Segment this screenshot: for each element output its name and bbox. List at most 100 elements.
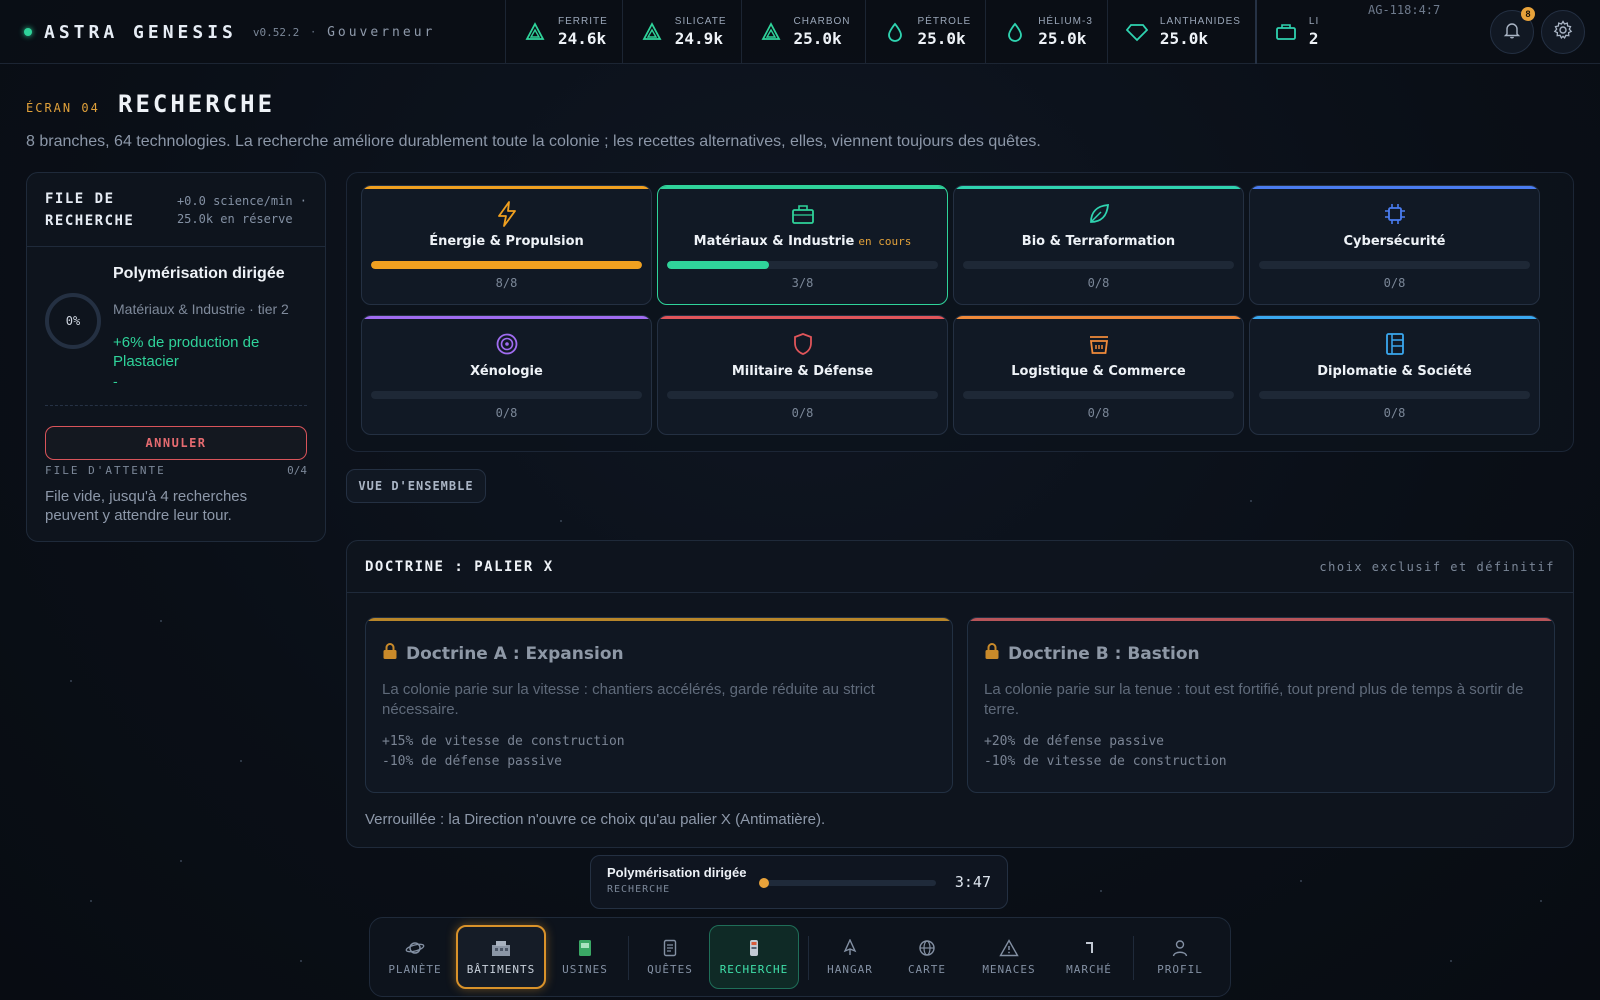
gear-icon (1553, 20, 1573, 44)
queue-header: FILE DE RECHERCHE +0.0 science/min · 25.… (27, 173, 325, 247)
user-icon (1172, 939, 1188, 957)
nav-recherche[interactable]: RECHERCHE (709, 925, 799, 989)
branch-count: 8/8 (495, 276, 518, 290)
doctrine-card-a[interactable]: Doctrine A : Expansion La colonie parie … (365, 617, 953, 793)
card-accent (968, 618, 1554, 621)
branch-energie[interactable]: Énergie & Propulsion 8/8 (361, 185, 652, 305)
doctrine-lock-note: Verrouillée : la Direction n'ouvre ce ch… (365, 811, 826, 828)
branch-materiaux[interactable]: Matériaux & Industrie en cours 3/8 (657, 185, 948, 305)
doctrine-note: choix exclusif et définitif (1319, 559, 1555, 574)
resource-charbon[interactable]: CHARBON 25.0k (740, 0, 865, 64)
nav-label: PLANÈTE (388, 962, 442, 976)
nav-divider (628, 936, 629, 980)
branch-accent (658, 316, 947, 319)
doctrine-header: DOCTRINE : PALIER X choix exclusif et dé… (347, 541, 1573, 593)
resource-name: FERRITE (558, 16, 608, 27)
nav-label: USINES (562, 962, 608, 976)
nav-usines[interactable]: USINES (550, 925, 620, 989)
branch-logistique[interactable]: Logistique & Commerce 0/8 (953, 315, 1244, 435)
branch-accent (362, 186, 651, 189)
branch-militaire[interactable]: Militaire & Défense 0/8 (657, 315, 948, 435)
resource-lanthanides[interactable]: LANTHANIDES 25.0k (1106, 0, 1255, 64)
research-branches-grid: Énergie & Propulsion 8/8 Matériaux & Ind… (346, 172, 1574, 452)
app-version: v0.52.2 (252, 25, 300, 39)
card-effect: -10% de vitesse de construction (984, 754, 1227, 769)
nav-carte[interactable]: CARTE (892, 925, 962, 989)
branch-name: Bio & Terraformation (1021, 234, 1176, 249)
resource-value: 25.0k (917, 29, 966, 48)
branch-name: Logistique & Commerce (1011, 364, 1186, 379)
nav-quetes[interactable]: QUÊTES (635, 925, 705, 989)
resource-value: 24.6k (558, 29, 607, 48)
nav-planete[interactable]: PLANÈTE (380, 925, 450, 989)
queue-title-line1: FILE DE (45, 190, 115, 207)
resource-value: 25.0k (1038, 29, 1087, 48)
buildings-icon (490, 939, 512, 957)
nav-hangar[interactable]: HANGAR (815, 925, 885, 989)
card-accent (366, 618, 952, 621)
nav-profil[interactable]: PROFIL (1140, 925, 1220, 989)
branch-cyber[interactable]: Cybersécurité 0/8 (1249, 185, 1540, 305)
market-icon (1083, 939, 1095, 957)
branch-xenologie[interactable]: Xénologie 0/8 (361, 315, 652, 435)
doctrine-card-b[interactable]: Doctrine B : Bastion La colonie parie su… (967, 617, 1555, 793)
lock-icon (382, 642, 398, 665)
branch-accent (1250, 186, 1539, 189)
current-bar-time: 3:47 (954, 873, 991, 891)
scroll-icon (663, 939, 677, 957)
resource-value: 2 (1308, 29, 1319, 48)
card-effects: +20% de défense passive -10% de vitesse … (984, 732, 1227, 772)
resource-value: 25.0k (1159, 29, 1209, 48)
resource-silicate[interactable]: SILICATE 24.9k (621, 0, 741, 64)
ship-icon (842, 938, 858, 957)
branch-diplomatie[interactable]: Diplomatie & Société 0/8 (1249, 315, 1540, 435)
nav-menaces[interactable]: MENACES (971, 925, 1047, 989)
divider (45, 405, 307, 406)
queue-title: FILE DE RECHERCHE (45, 188, 134, 232)
lock-icon (984, 642, 1000, 665)
branch-progress-fill (667, 261, 769, 269)
coordinates: AG-118:4:7 (1368, 3, 1441, 17)
card-effect: -10% de défense passive (382, 754, 563, 769)
leaf-icon (954, 200, 1243, 228)
branch-bio[interactable]: Bio & Terraformation 0/8 (953, 185, 1244, 305)
page-subtitle: 8 branches, 64 technologies. La recherch… (26, 133, 1041, 150)
current-bar-track (759, 878, 936, 888)
top-bar: ASTRA GENESIS v0.52.2 · Gouverneur FERRI… (0, 0, 1600, 64)
branch-accent (954, 186, 1243, 189)
brand-separator: · (311, 25, 316, 39)
current-research-name: Polymérisation dirigée (113, 265, 285, 282)
nav-label: QUÊTES (647, 962, 693, 976)
gem-icon (1125, 21, 1148, 43)
nav-label: HANGAR (827, 962, 873, 976)
branch-count: 0/8 (1087, 406, 1110, 420)
resource-petrole[interactable]: PÉTROLE 25.0k (864, 0, 986, 64)
app-name: ASTRA GENESIS (44, 21, 237, 43)
flask-icon (747, 939, 761, 957)
cancel-button[interactable]: ANNULER (45, 426, 307, 460)
resource-ferrite[interactable]: FERRITE 24.6k (505, 0, 622, 64)
nav-batiments[interactable]: BÂTIMENTS (456, 925, 546, 989)
science-rate: +0.0 science/min · (176, 193, 307, 208)
triangle-icon (760, 21, 782, 43)
settings-button[interactable] (1541, 10, 1585, 54)
screen-tag: ÉCRAN 04 (26, 101, 100, 115)
branch-progress-track (1259, 391, 1530, 399)
resource-name: PÉTROLE (917, 16, 972, 27)
current-research-bar[interactable]: Polymérisation dirigée RECHERCHE 3:47 (590, 855, 1008, 909)
resource-helium[interactable]: HÉLIUM-3 25.0k (985, 0, 1107, 64)
chip-icon (1250, 200, 1539, 228)
resource-li[interactable]: LI 2 (1254, 0, 1333, 64)
notifications-button[interactable]: 8 (1490, 7, 1535, 54)
branch-name: Militaire & Défense (731, 364, 874, 379)
card-title: Doctrine A : Expansion (382, 642, 624, 665)
card-description: La colonie parie sur la vitesse : chanti… (382, 681, 875, 718)
branch-accent (1250, 316, 1539, 319)
drop-icon (884, 21, 906, 43)
nav-marche[interactable]: MARCHÉ (1053, 925, 1125, 989)
overview-button[interactable]: VUE D'ENSEMBLE (346, 469, 486, 503)
card-effect: +20% de défense passive (984, 734, 1165, 749)
status-dot (24, 28, 32, 36)
drop-icon (1004, 21, 1026, 43)
branch-count: 0/8 (495, 406, 518, 420)
